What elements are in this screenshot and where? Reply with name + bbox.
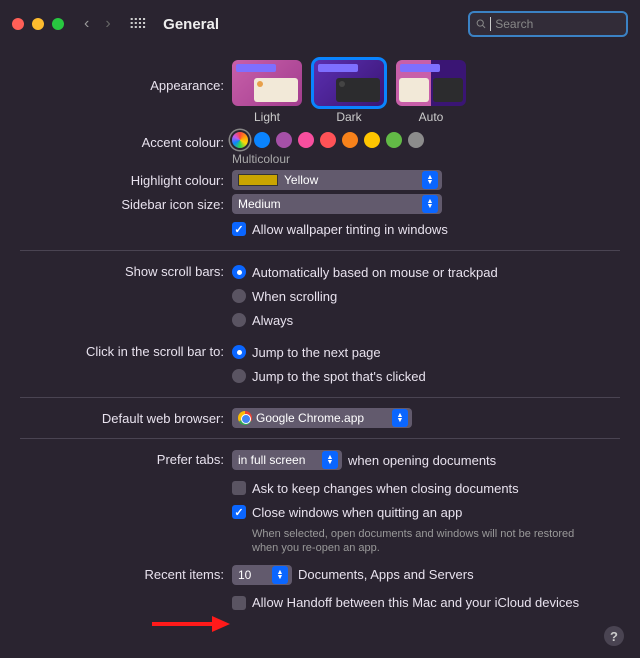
search-field[interactable] — [468, 11, 628, 37]
default-browser-select[interactable]: Google Chrome.app ▲▼ — [232, 408, 412, 428]
chevron-updown-icon: ▲▼ — [422, 171, 438, 189]
prefer-tabs-label: Prefer tabs: — [20, 449, 232, 467]
accent-color-picker[interactable] — [232, 132, 620, 148]
recent-items-label: Recent items: — [20, 564, 232, 582]
ask-changes-checkbox[interactable] — [232, 481, 246, 495]
chevron-updown-icon: ▲▼ — [272, 566, 288, 584]
highlight-label: Highlight colour: — [20, 170, 232, 188]
grid-icon[interactable]: ⠿⠿ — [123, 16, 152, 33]
accent-pink[interactable] — [298, 132, 314, 148]
accent-yellow[interactable] — [364, 132, 380, 148]
accent-blue[interactable] — [254, 132, 270, 148]
back-button[interactable]: ‹ — [80, 15, 93, 33]
accent-label: Accent colour: — [20, 132, 232, 150]
search-input[interactable] — [495, 17, 620, 31]
click-scroll-label: Click in the scroll bar to: — [20, 341, 232, 359]
accent-purple[interactable] — [276, 132, 292, 148]
wallpaper-tinting-checkbox[interactable] — [232, 222, 246, 236]
search-icon — [476, 18, 486, 30]
text-caret — [490, 17, 491, 31]
accent-graphite[interactable] — [408, 132, 424, 148]
appearance-label: Appearance: — [20, 60, 232, 93]
accent-green[interactable] — [386, 132, 402, 148]
appearance-option-auto[interactable]: Auto — [396, 60, 466, 124]
close-windows-subtext: When selected, open documents and window… — [252, 527, 582, 556]
accent-orange[interactable] — [342, 132, 358, 148]
close-button[interactable] — [12, 18, 24, 30]
accent-red[interactable] — [320, 132, 336, 148]
prefer-tabs-select[interactable]: in full screen ▲▼ — [232, 450, 342, 470]
accent-multicolour[interactable] — [232, 132, 248, 148]
close-windows-checkbox[interactable] — [232, 505, 246, 519]
scroll-always-radio[interactable] — [232, 313, 246, 327]
default-browser-label: Default web browser: — [20, 408, 232, 426]
scrollbars-label: Show scroll bars: — [20, 261, 232, 279]
click-spot-radio[interactable] — [232, 369, 246, 383]
zoom-button[interactable] — [52, 18, 64, 30]
recent-items-select[interactable]: 10 ▲▼ — [232, 565, 292, 585]
chrome-icon — [238, 411, 252, 425]
wallpaper-tinting-label: Allow wallpaper tinting in windows — [252, 222, 448, 237]
minimize-button[interactable] — [32, 18, 44, 30]
window-controls[interactable] — [12, 18, 64, 30]
forward-button[interactable]: › — [101, 15, 114, 33]
handoff-checkbox[interactable] — [232, 596, 246, 610]
click-next-page-radio[interactable] — [232, 345, 246, 359]
help-button[interactable]: ? — [604, 626, 624, 646]
appearance-option-light[interactable]: Light — [232, 60, 302, 124]
appearance-option-dark[interactable]: Dark — [314, 60, 384, 124]
highlight-select[interactable]: Yellow ▲▼ — [232, 170, 442, 190]
chevron-updown-icon: ▲▼ — [392, 409, 408, 427]
chevron-updown-icon: ▲▼ — [422, 195, 438, 213]
sidebar-size-select[interactable]: Medium ▲▼ — [232, 194, 442, 214]
scroll-auto-radio[interactable] — [232, 265, 246, 279]
accent-caption: Multicolour — [232, 152, 620, 166]
scroll-scrolling-radio[interactable] — [232, 289, 246, 303]
sidebar-size-label: Sidebar icon size: — [20, 194, 232, 212]
page-title: General — [163, 16, 219, 33]
highlight-swatch — [238, 174, 278, 186]
chevron-updown-icon: ▲▼ — [322, 451, 338, 469]
